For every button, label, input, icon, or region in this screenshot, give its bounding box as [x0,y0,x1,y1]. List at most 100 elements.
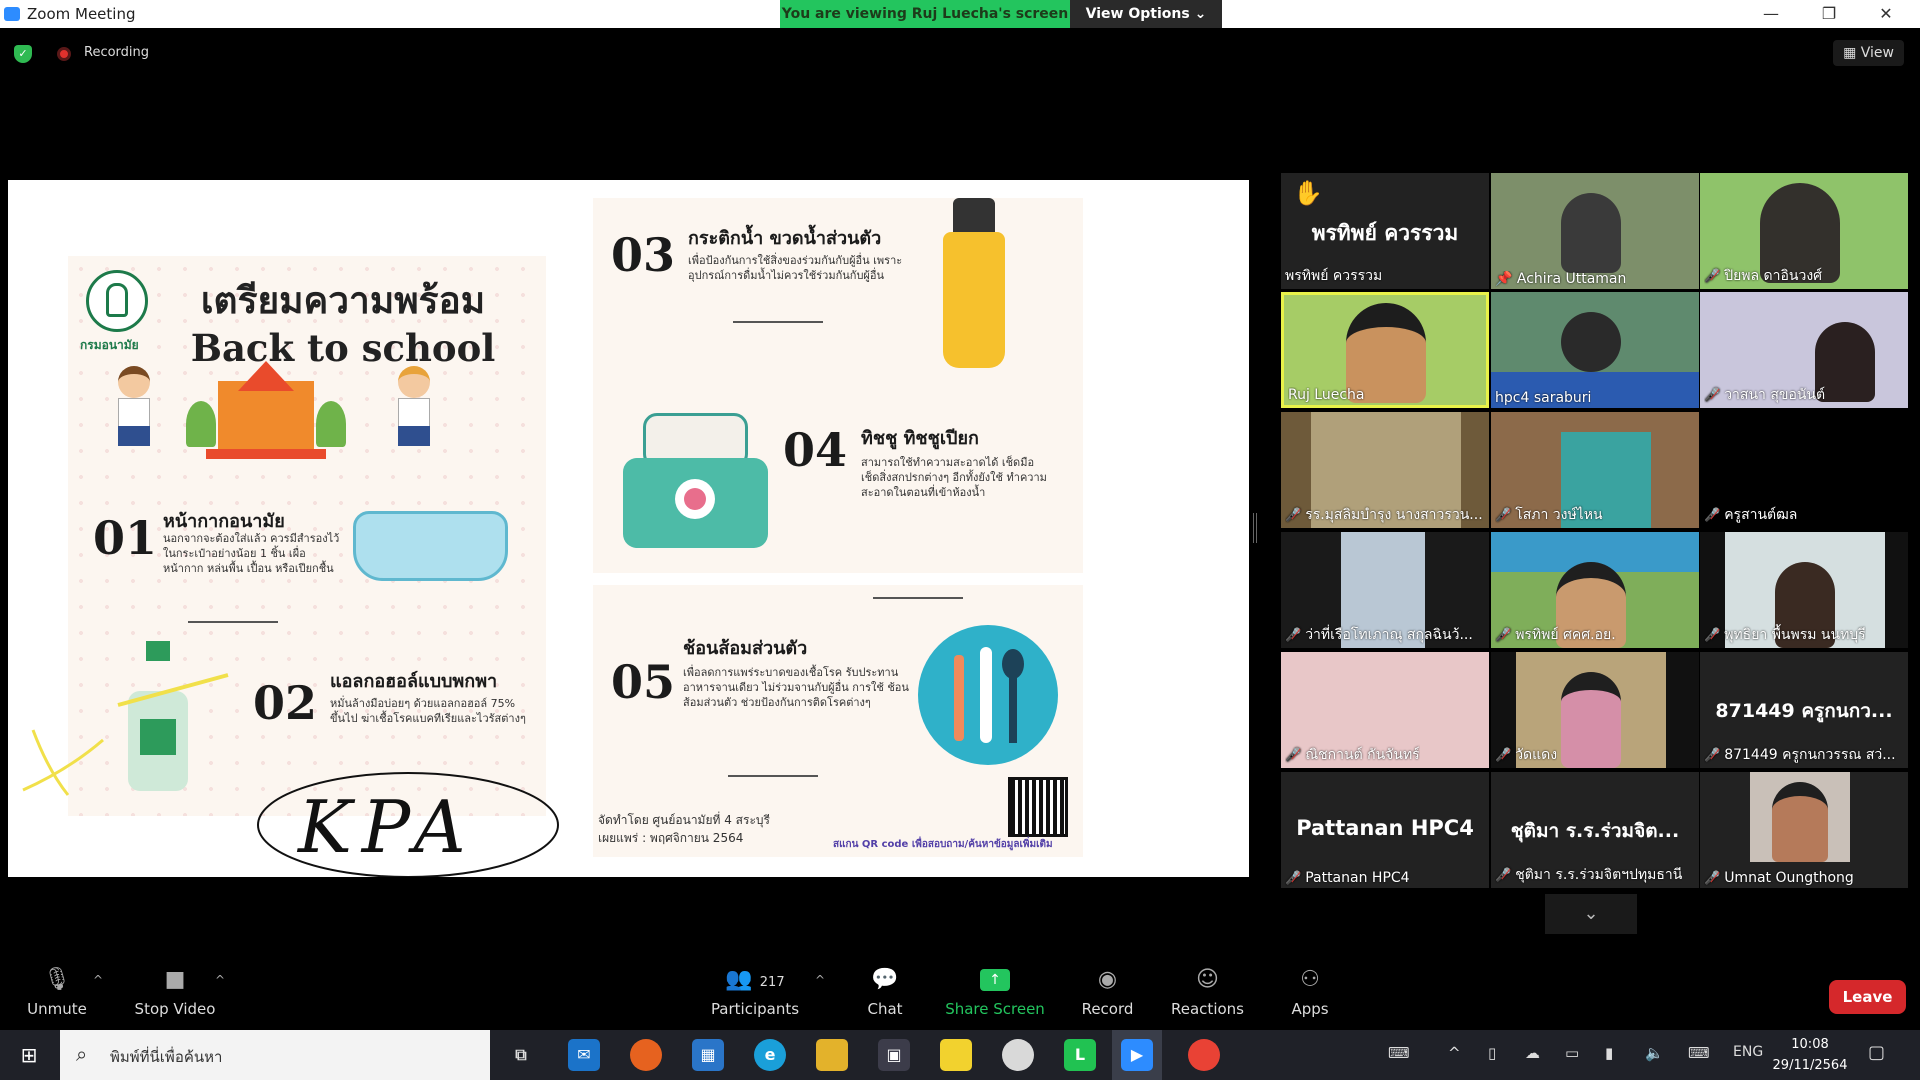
smiley-icon: ☺ [1196,967,1219,992]
muted-microphone-icon: 🎙 [43,967,71,992]
video-options-caret[interactable]: ^ [210,960,230,1030]
apps-button[interactable]: ⚇ Apps [1285,960,1335,1030]
participant-name-text: วัดแดง [1515,747,1558,763]
muted-mic-icon: 🎤̸ [1495,508,1512,523]
restore-button[interactable]: ❐ [1801,0,1857,28]
zoom-taskbar-icon[interactable]: ▶ [1121,1039,1153,1071]
mail-icon[interactable]: ✉ [568,1039,600,1071]
muted-mic-icon: 🎤̸ [1285,748,1302,763]
view-options-button[interactable]: View Options ⌄ [1070,0,1222,28]
participant-tile[interactable]: ชุติมา ร.ร.ร่วมจิต... 🎤̸ ชุติมา ร.ร.ร่วมจ… [1491,772,1699,888]
screen-app-icon[interactable]: ▣ [878,1039,910,1071]
participant-tile[interactable]: 871449 ครูกนกว... 🎤̸ 871449 ครูกนกวรรณ สว… [1700,652,1908,768]
participant-tile[interactable]: 📌 Achira Uttaman [1491,173,1699,289]
participant-name-text: พุทธิยา พื้นพรม นนทบุรี [1724,627,1866,643]
edge-icon[interactable]: e [754,1039,786,1071]
participant-name: 🎤̸ วัดแดง [1495,744,1557,766]
participant-figure [1561,672,1621,768]
chevron-up-icon: ^ [814,973,826,987]
chat-button[interactable]: 💬 Chat [860,960,910,1030]
participant-name-text: ครูสานต์ฒล [1724,507,1798,523]
participant-tile[interactable]: hpc4 saraburi [1491,292,1699,408]
sticky-notes-icon[interactable] [940,1039,972,1071]
chrome-icon[interactable] [1188,1039,1220,1071]
unmute-button[interactable]: 🎙 Unmute [22,960,92,1030]
chevron-down-icon[interactable]: ⌄ [1545,894,1637,934]
muted-mic-icon: 🎤̸ [1285,508,1302,523]
participant-tile[interactable]: 🎤̸ ครูสานต์ฒล [1700,412,1908,528]
participant-tile[interactable]: 🎤̸ วัดแดง [1491,652,1699,768]
language-indicator[interactable]: ENG [1733,1044,1763,1060]
battery-icon[interactable]: ▮ [1605,1044,1613,1062]
participant-tile[interactable]: 🎤̸ พุทธิยา พื้นพรม นนทบุรี [1700,532,1908,648]
speaker-muted-icon[interactable]: 🔈 [1645,1044,1664,1062]
participant-name: 🎤̸ 871449 ครูกนกวรรณ สว่... [1704,744,1896,766]
security-shield-icon[interactable]: ✓ [14,45,32,63]
record-icon: ◉ [1097,967,1118,992]
participant-tile[interactable]: Pattanan HPC4 🎤̸ Pattanan HPC4 [1281,772,1489,888]
participant-name: 🎤̸ Umnat Oungthong [1704,870,1854,886]
raised-hand-icon: ✋ [1293,179,1323,207]
share-screen-button[interactable]: ↑ Share Screen [945,960,1045,1030]
cloud-icon[interactable]: ☁ [1525,1044,1540,1062]
participant-tile[interactable]: 🎤̸ Umnat Oungthong [1700,772,1908,888]
share-screen-label: Share Screen [945,1000,1045,1018]
firefox-icon[interactable] [630,1039,662,1071]
participant-name: 🎤̸ ปิยพล ดาอินวงศ์ [1704,265,1822,287]
view-button[interactable]: ▦ View [1833,40,1904,66]
taskbar-search-box[interactable]: ⌕ พิมพ์ที่นี่เพื่อค้นหา [60,1030,490,1080]
participant-name-text: Achira Uttaman [1516,271,1627,287]
apps-label: Apps [1291,1000,1329,1018]
file-explorer-icon[interactable] [816,1039,848,1071]
participant-tile[interactable]: 🎤̸ รร.มุสลิมบำรุง นางสาวรวน... [1281,412,1489,528]
minimize-button[interactable]: — [1743,0,1799,28]
annotation-layer [22,673,559,877]
system-clock[interactable]: 10:08 29/11/2564 [1770,1034,1850,1076]
keyboard-icon[interactable]: ⌨ [1688,1044,1710,1062]
muted-mic-icon: 🎤̸ [1495,748,1512,763]
search-icon: ⌕ [76,1042,88,1066]
task-view-icon[interactable]: ⧉ [505,1039,537,1071]
meeting-toolbar: 🎙 Unmute ^ ■ Stop Video ^ 👥 217 Particip… [0,960,1920,1030]
audio-options-caret[interactable]: ^ [88,960,108,1030]
participant-tile[interactable]: 🎤̸ โสภา วงษ์ไหน [1491,412,1699,528]
share-screen-icon: ↑ [945,960,1045,1000]
participant-name: พรทิพย์ ควรรวม [1285,268,1383,284]
participant-name: 🎤̸ ณิชกานต์ กันจันทร์ [1285,744,1420,766]
participant-tile-active-speaker[interactable]: Ruj Luecha [1281,292,1489,408]
participant-tile[interactable]: 🎤̸ ว่าที่เรือโทเภาณุ สกุลฉินว้... [1281,532,1489,648]
participant-name: 📌 Achira Uttaman [1495,271,1626,287]
search-placeholder: พิมพ์ที่นี่เพื่อค้นหา [110,1048,223,1066]
participant-big-name: พรทิพย์ ควรรวม [1311,221,1459,245]
chrome-canary-icon[interactable] [1002,1039,1034,1071]
leave-button[interactable]: Leave [1829,980,1906,1014]
apps-icon: ⚇ [1300,967,1320,992]
close-button[interactable]: ✕ [1858,0,1914,28]
participant-tile[interactable]: 🎤̸ วาสนา สุขอนันต์ [1700,292,1908,408]
display-icon[interactable]: ▭ [1565,1044,1579,1062]
kpa-scribble: KPA [298,785,476,869]
participant-tile[interactable]: ✋ พรทิพย์ ควรรวม พรทิพย์ ควรรวม [1281,173,1489,289]
record-button[interactable]: ◉ Record [1075,960,1140,1030]
participants-label: Participants [710,1000,800,1018]
keyboard-layout-icon[interactable]: ⌨ [1388,1044,1410,1062]
participants-options-caret[interactable]: ^ [810,960,830,1030]
chevron-up-icon: ^ [214,973,226,987]
participant-tile[interactable]: 🎤̸ ณิชกานต์ กันจันทร์ [1281,652,1489,768]
chevron-up-icon[interactable]: ^ [1448,1044,1461,1062]
windows-start-icon[interactable]: ⊞ [0,1030,58,1080]
reactions-button[interactable]: ☺ Reactions [1170,960,1245,1030]
yellow-line-annotation [117,673,229,707]
participants-button[interactable]: 👥 217 Participants [710,960,800,1030]
participant-tile[interactable]: 🎤̸ พรทิพย์ ศคศ.อย. [1491,532,1699,648]
muted-mic-icon: 🎤̸ [1285,871,1302,886]
line-icon[interactable]: L [1064,1039,1096,1071]
stop-video-button[interactable]: ■ Stop Video [130,960,220,1030]
participant-tile[interactable]: 🎤̸ ปิยพล ดาอินวงศ์ [1700,173,1908,289]
store-icon[interactable]: ▦ [692,1039,724,1071]
participant-name-text: โสภา วงษ์ไหน [1515,507,1603,523]
notification-icon[interactable]: ▢ [1868,1042,1885,1063]
participant-name-text: ปิยพล ดาอินวงศ์ [1724,268,1823,284]
tray-device-icon[interactable]: ▯ [1488,1044,1496,1062]
panel-divider-handle[interactable] [1253,513,1257,543]
